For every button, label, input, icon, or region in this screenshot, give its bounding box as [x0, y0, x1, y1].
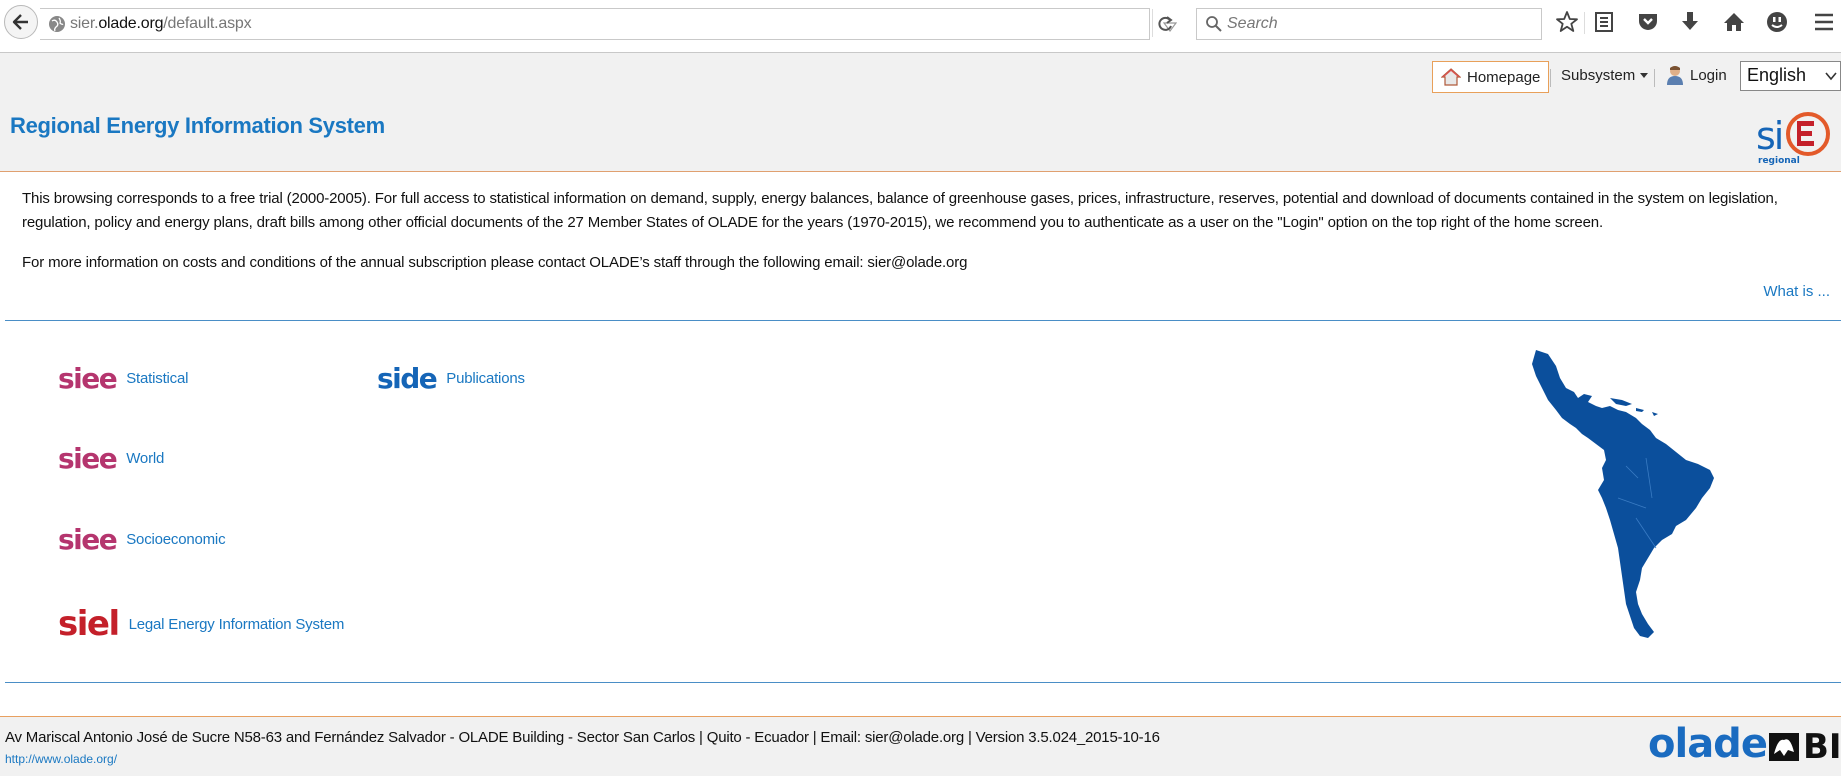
legal-energy-link[interactable]: siel Legal Energy Information System	[58, 604, 344, 644]
site-footer: Av Mariscal Antonio José de Sucre N58-63…	[0, 717, 1841, 776]
browser-toolbar: sier.olade.org/default.aspx Search	[0, 0, 1841, 53]
notice-paragraph: This browsing corresponds to a free tria…	[22, 190, 1778, 231]
bid-emblem-icon	[1769, 733, 1799, 761]
login-label: Login	[1690, 66, 1727, 84]
page-title: Regional Energy Information System	[10, 113, 385, 138]
divider	[5, 320, 1841, 321]
back-button[interactable]	[4, 5, 38, 39]
nav-divider	[1550, 69, 1551, 87]
url-text: sier.olade.org/default.aspx	[70, 15, 252, 32]
user-icon	[1667, 66, 1683, 85]
reload-button[interactable]	[1152, 9, 1177, 37]
browser-search-field[interactable]: Search	[1196, 8, 1542, 40]
bookmark-star-icon[interactable]	[1553, 8, 1581, 36]
search-icon	[1206, 16, 1222, 32]
homepage-button[interactable]: Homepage	[1432, 61, 1550, 93]
siel-logo: siel	[58, 604, 120, 644]
language-select[interactable]: English	[1740, 61, 1841, 91]
divider	[5, 682, 1841, 683]
language-value: English	[1747, 65, 1807, 85]
globe-icon	[49, 16, 65, 32]
notice-paragraph: For more information on costs and condit…	[22, 254, 968, 271]
system-label: Publications	[446, 370, 525, 387]
site-header: Homepage Subsystem Login English Regiona…	[0, 53, 1841, 172]
toolbar-divider	[1584, 12, 1585, 34]
system-label: Statistical	[126, 370, 189, 387]
reading-list-icon[interactable]	[1590, 8, 1618, 36]
trial-notice: This browsing corresponds to a free tria…	[22, 187, 1830, 275]
nav-divider	[1654, 69, 1655, 87]
bid-logo[interactable]: BID	[1768, 727, 1841, 767]
house-icon	[1441, 68, 1461, 86]
system-label: Legal Energy Information System	[128, 615, 345, 633]
latin-america-map[interactable]	[1526, 348, 1726, 646]
smiley-icon[interactable]	[1763, 8, 1791, 36]
system-label: Socioeconomic	[126, 531, 226, 548]
reload-icon	[1158, 16, 1173, 31]
siee-logo: siee	[58, 523, 118, 556]
socioeconomic-link[interactable]: siee Socioeconomic	[58, 523, 226, 556]
svg-text:regional: regional	[1758, 156, 1800, 165]
publications-link[interactable]: side Publications	[377, 362, 525, 395]
svg-text:si: si	[1756, 114, 1782, 158]
olade-logo[interactable]: olade	[1648, 721, 1768, 767]
statistical-link[interactable]: siee Statistical	[58, 362, 188, 395]
world-link[interactable]: siee World	[58, 442, 164, 475]
what-is-link[interactable]: What is ...	[1763, 283, 1830, 300]
system-label: World	[126, 450, 165, 467]
homepage-label: Homepage	[1467, 68, 1541, 86]
subsystem-label: Subsystem	[1561, 67, 1636, 84]
arrow-left-icon	[12, 14, 28, 30]
download-icon[interactable]	[1676, 8, 1704, 36]
olade-website-link[interactable]: http://www.olade.org/	[5, 752, 117, 766]
pocket-icon[interactable]	[1634, 8, 1662, 36]
login-link[interactable]: Login	[1666, 65, 1727, 85]
subsystem-dropdown[interactable]: Subsystem	[1561, 67, 1649, 84]
address-bar[interactable]: sier.olade.org/default.aspx	[40, 8, 1177, 40]
menu-icon[interactable]	[1810, 8, 1838, 36]
bid-logo-text: BID	[1803, 727, 1841, 767]
sie-regional-logo[interactable]: si regional	[1754, 107, 1832, 165]
siee-logo: siee	[58, 362, 118, 395]
search-placeholder: Search	[1227, 15, 1278, 32]
chevron-down-icon	[1825, 72, 1837, 81]
side-logo: side	[377, 362, 438, 395]
siee-logo: siee	[58, 442, 118, 475]
home-icon[interactable]	[1720, 8, 1748, 36]
footer-address: Av Mariscal Antonio José de Sucre N58-63…	[5, 729, 1160, 746]
caret-down-icon	[1640, 72, 1649, 78]
